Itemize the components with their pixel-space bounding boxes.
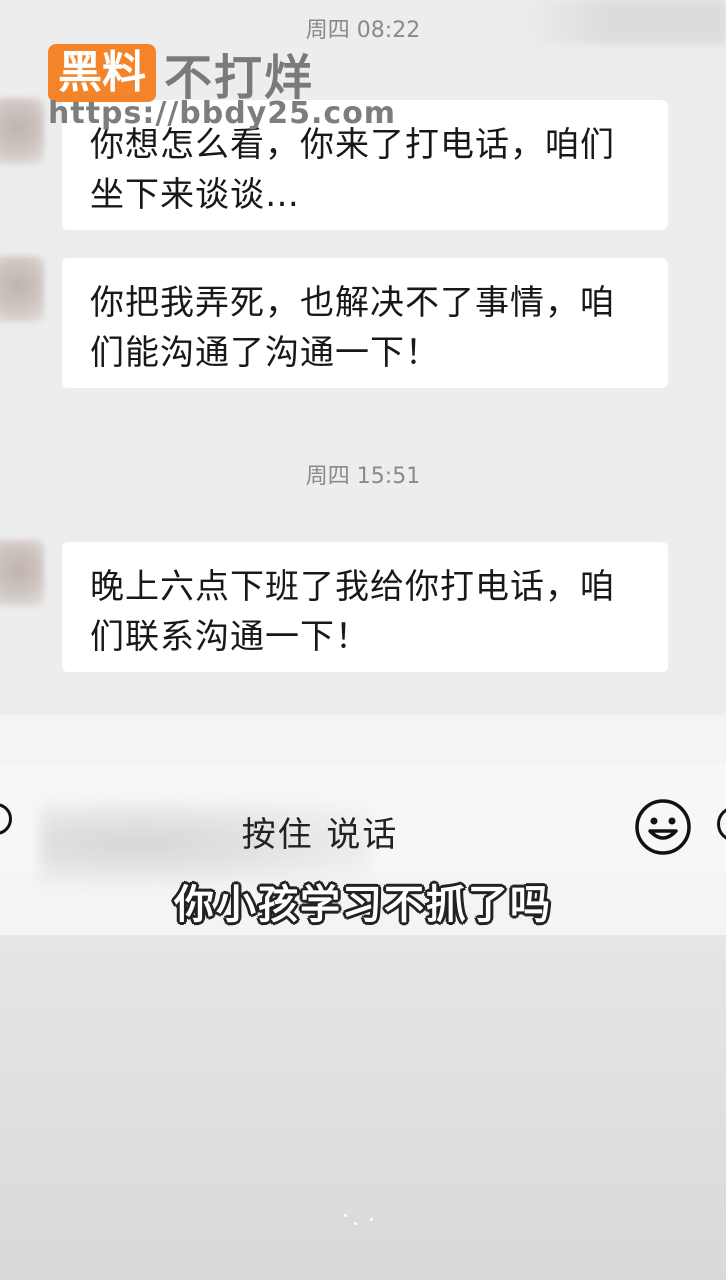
- emoji-icon[interactable]: [634, 798, 692, 856]
- timestamp: 周四 15:51: [305, 464, 421, 489]
- message-bubble[interactable]: 你把我弄死，也解决不了事情，咱 们能沟通了沟通一下！: [62, 258, 668, 388]
- message-line: 晚上六点下班了我给你打电话，咱: [90, 567, 615, 607]
- message-line: 你把我弄死，也解决不了事情，咱: [90, 283, 615, 323]
- avatar[interactable]: [0, 256, 44, 322]
- sparkle-specks: [340, 1208, 380, 1232]
- message-bubble[interactable]: 晚上六点下班了我给你打电话，咱 们联系沟通一下！: [62, 542, 668, 672]
- avatar[interactable]: [0, 540, 44, 606]
- message-line: 们能沟通了沟通一下！: [90, 333, 440, 373]
- message-line: 们联系沟通一下！: [90, 617, 370, 657]
- hold-to-talk-button[interactable]: 按住 说话: [0, 807, 640, 856]
- avatar[interactable]: [0, 98, 44, 164]
- message-line: 坐下来谈谈…: [90, 175, 300, 215]
- watermark-url: https://bbdy25.com: [48, 96, 397, 131]
- watermark-badge: 黑料: [48, 44, 156, 102]
- video-subtitle: 你小孩学习不抓了吗: [174, 882, 552, 928]
